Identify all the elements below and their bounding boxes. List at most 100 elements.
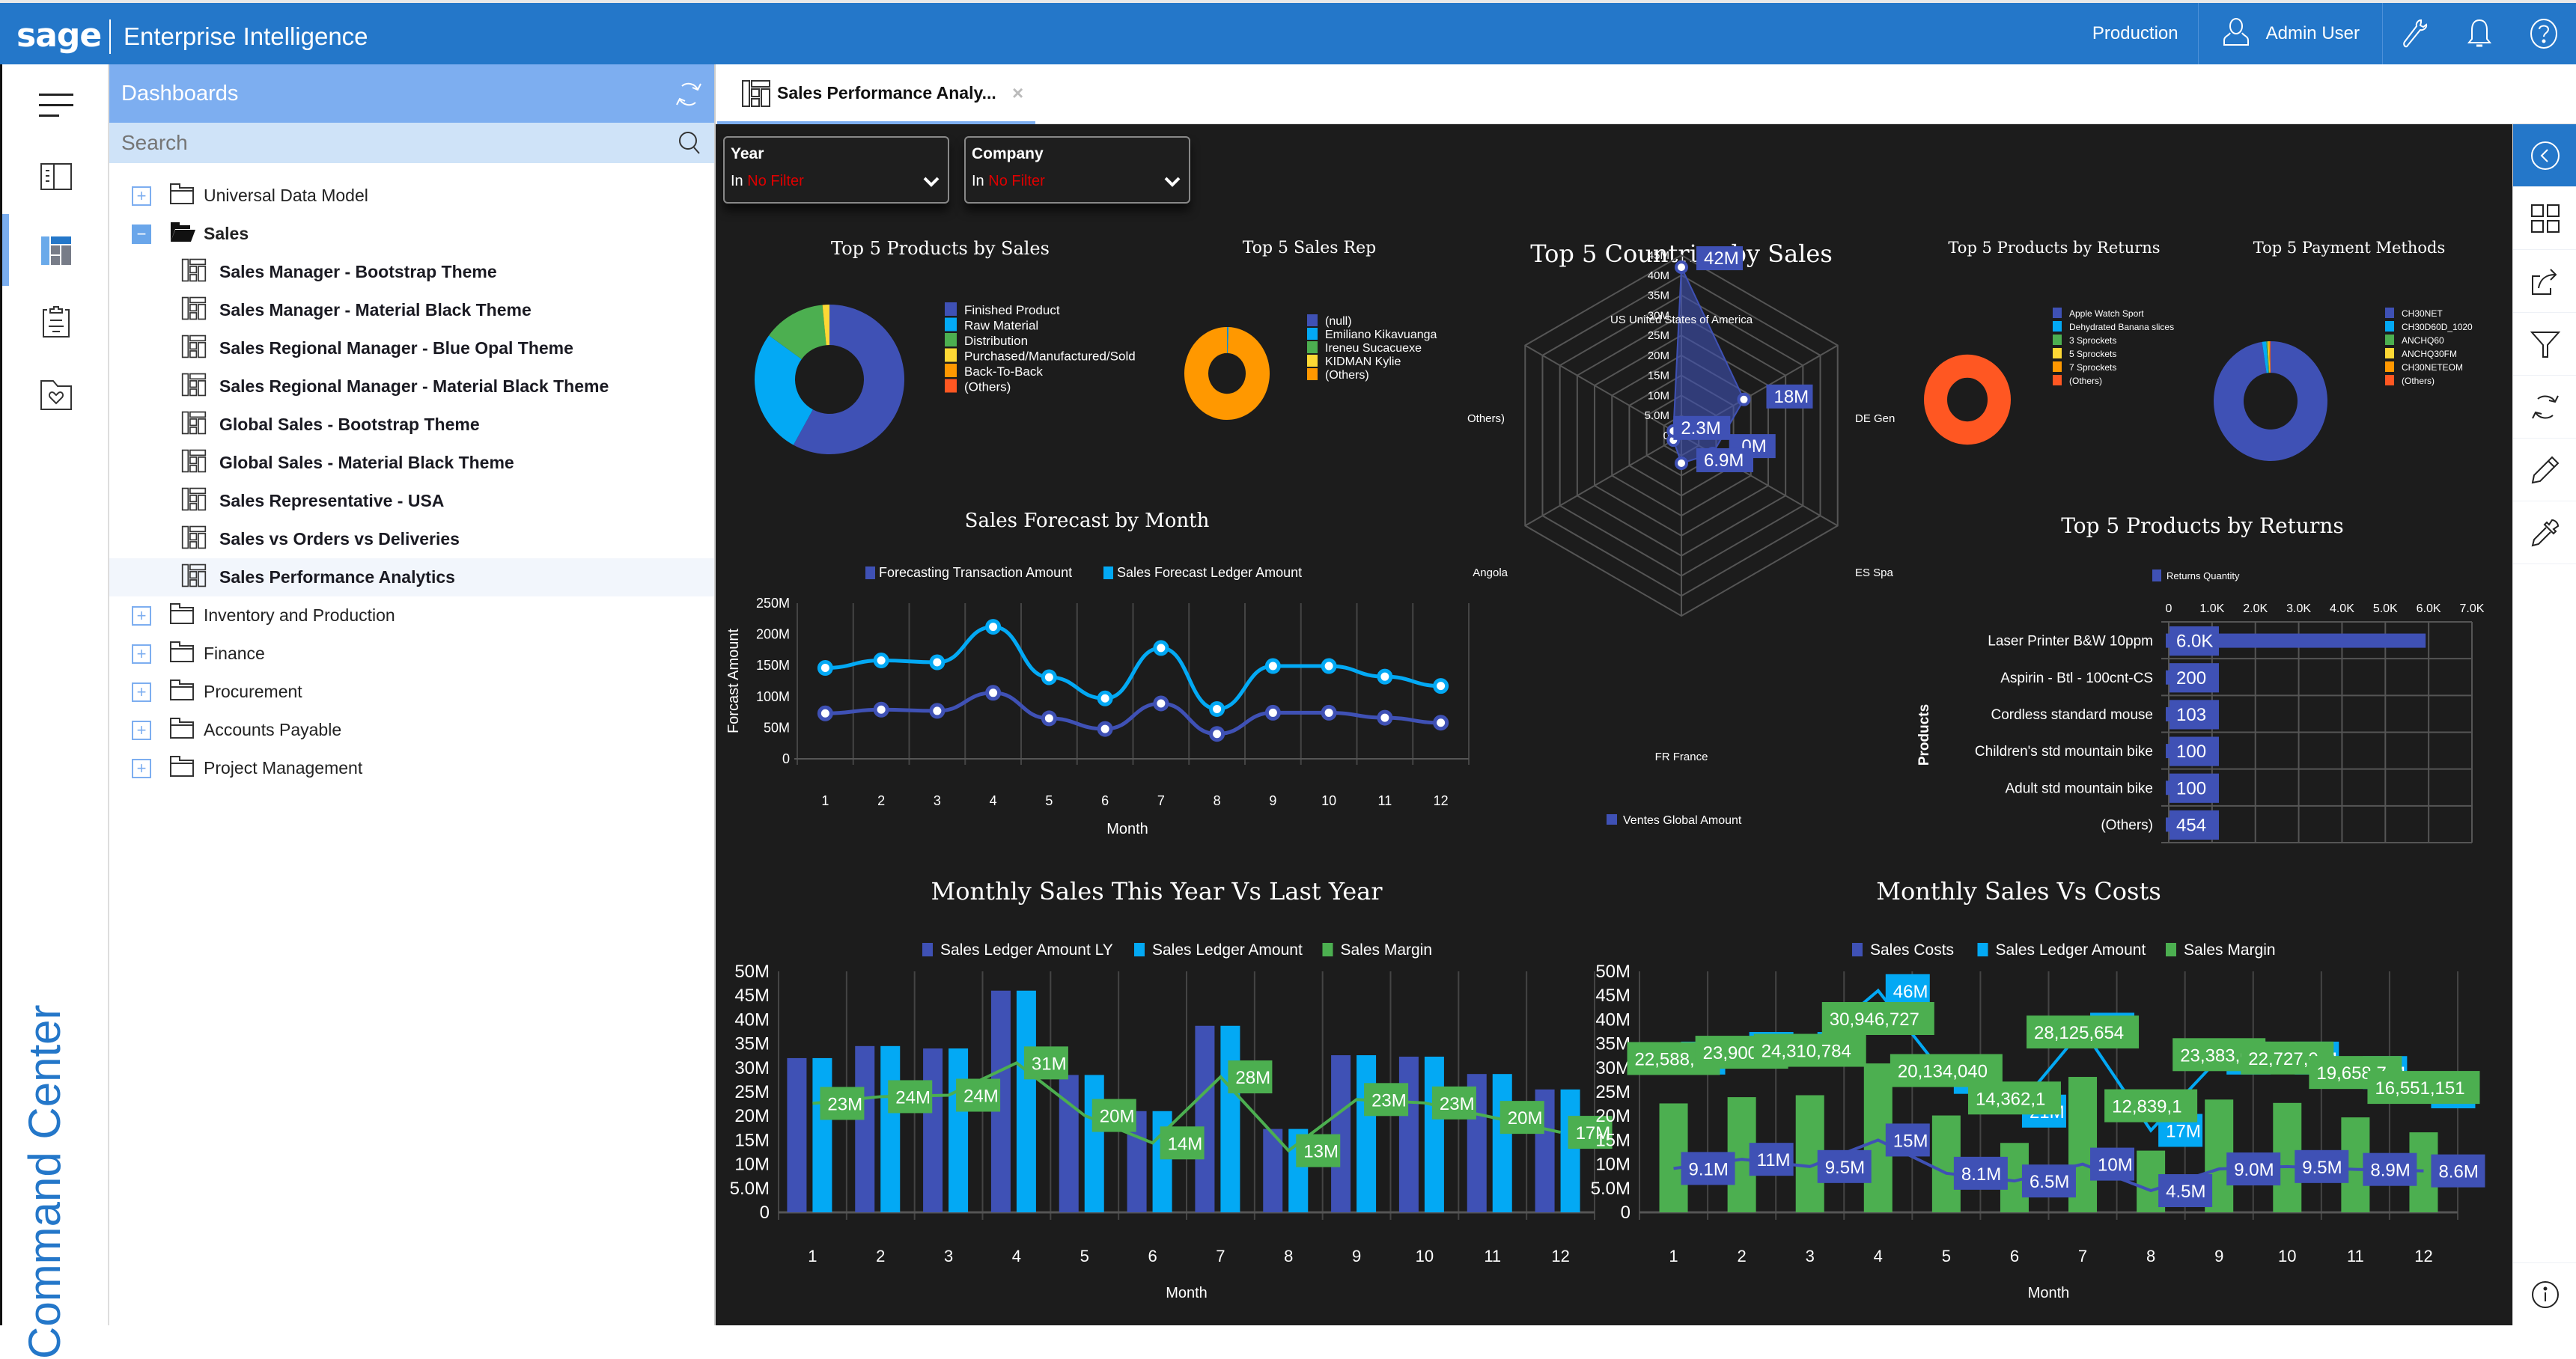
dashboard-item[interactable]: Sales Regional Manager - Blue Opal Theme bbox=[109, 329, 714, 367]
y-tick: 45M bbox=[1595, 986, 1630, 1006]
tab-label: Sales Performance Analy... bbox=[777, 83, 996, 103]
legend-swatch bbox=[2053, 321, 2062, 332]
x-tick: 4 bbox=[1012, 1247, 1021, 1265]
user-menu[interactable]: Admin User bbox=[2199, 3, 2383, 64]
bar bbox=[923, 1048, 943, 1212]
legend-label: Distribution bbox=[964, 334, 1028, 348]
folder-universal-data-model[interactable]: + Universal Data Model bbox=[109, 177, 714, 215]
edit-icon[interactable] bbox=[2513, 439, 2576, 501]
charts-layer: Top 5 Products by SalesFinished ProductR… bbox=[716, 124, 2512, 1325]
refresh-icon[interactable] bbox=[2513, 376, 2576, 439]
reports-icon[interactable] bbox=[2, 286, 109, 358]
legend-label: Sales Ledger Amount bbox=[1152, 941, 1303, 959]
series-point bbox=[987, 621, 999, 633]
layout-icon[interactable] bbox=[2513, 187, 2576, 250]
catalog-icon[interactable] bbox=[2, 141, 109, 213]
folder-finance[interactable]: + Finance bbox=[109, 635, 714, 673]
series-point bbox=[1323, 706, 1335, 718]
folder-accounts-payable[interactable]: + Accounts Payable bbox=[109, 711, 714, 749]
expand-icon[interactable]: + bbox=[132, 721, 151, 740]
y-tick: 10M bbox=[1595, 1155, 1630, 1175]
collapse-icon[interactable] bbox=[2513, 124, 2576, 187]
y-tick: 35M bbox=[1595, 1034, 1630, 1054]
dashboard-label: Sales Regional Manager - Material Black … bbox=[219, 376, 609, 397]
legend-swatch bbox=[2166, 943, 2176, 956]
series-point bbox=[1043, 671, 1055, 683]
dashboard-item[interactable]: Sales Performance Analytics bbox=[109, 558, 714, 596]
logo-divider bbox=[109, 19, 111, 54]
folder-sales[interactable]: − Sales bbox=[109, 215, 714, 253]
series-point bbox=[931, 705, 943, 717]
legend-label: Raw Material bbox=[964, 319, 1038, 333]
dashboard-item[interactable]: Sales Representative - USA bbox=[109, 482, 714, 520]
bar bbox=[1220, 1026, 1240, 1212]
series-point bbox=[1155, 642, 1167, 654]
dashboard-item[interactable]: Sales Manager - Bootstrap Theme bbox=[109, 253, 714, 291]
x-tick: 5.0K bbox=[2373, 602, 2398, 615]
folder-inventory-and-production[interactable]: + Inventory and Production bbox=[109, 596, 714, 635]
wrench-icon[interactable] bbox=[2383, 3, 2447, 64]
x-tick: 3 bbox=[1806, 1247, 1815, 1265]
folder-label: Universal Data Model bbox=[204, 186, 368, 206]
folder-project-management[interactable]: + Project Management bbox=[109, 749, 714, 787]
tab-sales-performance-analytics[interactable]: Sales Performance Analy... × bbox=[717, 64, 1035, 124]
app-title: Enterprise Intelligence bbox=[124, 22, 368, 51]
expand-icon[interactable]: + bbox=[132, 644, 151, 664]
dashboard-item[interactable]: Sales vs Orders vs Deliveries bbox=[109, 520, 714, 558]
search-input[interactable] bbox=[121, 131, 645, 155]
series-point bbox=[819, 662, 831, 674]
legend-swatch bbox=[865, 566, 875, 579]
expand-icon[interactable]: + bbox=[132, 186, 151, 206]
favorites-icon[interactable] bbox=[2, 359, 109, 431]
panel-title: Dashboards bbox=[121, 82, 238, 106]
series-point bbox=[875, 703, 887, 715]
series-point bbox=[1211, 703, 1223, 715]
legend-label: Sales Forecast Ledger Amount bbox=[1117, 565, 1302, 580]
dashboard-item[interactable]: Global Sales - Bootstrap Theme bbox=[109, 406, 714, 444]
folder-procurement[interactable]: + Procurement bbox=[109, 673, 714, 711]
dashboard-item[interactable]: Global Sales - Material Black Theme bbox=[109, 444, 714, 482]
y-axis-title: Products bbox=[1916, 704, 1932, 766]
bell-icon[interactable] bbox=[2447, 3, 2512, 64]
search-icon[interactable] bbox=[677, 130, 702, 159]
collapse-icon[interactable]: − bbox=[132, 225, 151, 244]
dashboard-canvas: Year In No Filter Company In No Filter T… bbox=[716, 124, 2512, 1325]
dashboard-item[interactable]: Sales Regional Manager - Material Black … bbox=[109, 367, 714, 406]
radar-point bbox=[1676, 458, 1687, 468]
expand-icon[interactable]: + bbox=[132, 682, 151, 702]
refresh-icon[interactable] bbox=[674, 79, 704, 115]
x-tick: 6.0K bbox=[2417, 602, 2441, 615]
y-tick: 20M bbox=[734, 1106, 770, 1126]
x-tick: 0 bbox=[2166, 602, 2172, 615]
dashboard-item[interactable]: Sales Manager - Material Black Theme bbox=[109, 291, 714, 329]
color-picker-icon[interactable] bbox=[2513, 501, 2576, 564]
legend-swatch bbox=[1307, 341, 1318, 353]
dashboards-icon[interactable] bbox=[2, 214, 109, 286]
data-label: 31M bbox=[1032, 1054, 1067, 1074]
expand-icon[interactable]: + bbox=[132, 759, 151, 778]
category-label: Cordless standard mouse bbox=[1991, 707, 2154, 723]
environment-selector[interactable]: Production bbox=[2092, 3, 2199, 64]
share-icon[interactable] bbox=[2513, 250, 2576, 313]
dashboard-label: Sales Performance Analytics bbox=[219, 567, 455, 587]
dashboard-icon bbox=[181, 334, 207, 364]
info-icon[interactable] bbox=[2513, 1262, 2576, 1325]
radar-tick: 35M bbox=[1648, 290, 1669, 302]
legend-label: Forecasting Transaction Amount bbox=[879, 565, 1072, 580]
legend-label: Back-To-Back bbox=[964, 364, 1043, 379]
bar bbox=[880, 1046, 900, 1212]
menu-icon[interactable] bbox=[2, 69, 109, 141]
sage-logo[interactable]: sage bbox=[16, 16, 101, 55]
filter-icon[interactable] bbox=[2513, 313, 2576, 376]
series-point bbox=[1099, 692, 1111, 704]
help-icon[interactable] bbox=[2512, 3, 2576, 64]
y-tick: 0 bbox=[1621, 1203, 1630, 1223]
radar-axis-label: Others) bbox=[1467, 412, 1505, 425]
x-tick: 9 bbox=[1352, 1247, 1361, 1265]
x-tick: 10 bbox=[2278, 1247, 2296, 1265]
radar-data-label: 42M bbox=[1704, 248, 1739, 269]
legend-swatch bbox=[945, 364, 957, 377]
folder-icon bbox=[169, 183, 195, 210]
close-tab-icon[interactable]: × bbox=[1012, 82, 1023, 105]
expand-icon[interactable]: + bbox=[132, 606, 151, 626]
